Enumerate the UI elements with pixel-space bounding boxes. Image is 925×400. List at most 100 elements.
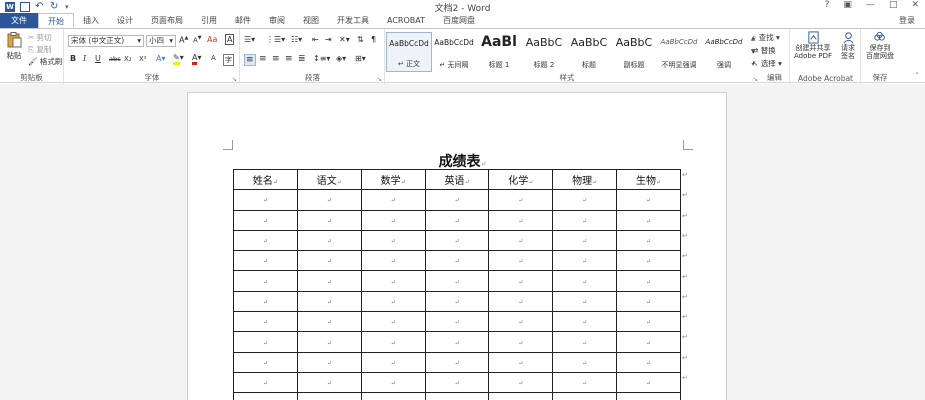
table-cell[interactable]: ↵: [488, 209, 554, 231]
table-cell[interactable]: ↵: [233, 371, 298, 394]
table-cell[interactable]: ↵: [616, 311, 681, 333]
table-header-cell[interactable]: 语文↵: [296, 168, 362, 191]
table-cell[interactable]: ↵: [296, 311, 362, 333]
table-cell[interactable]: ↵: [360, 209, 426, 231]
table-cell[interactable]: ↵: [296, 189, 362, 211]
align-right-button[interactable]: ≡: [272, 54, 280, 64]
table-cell[interactable]: ↵: [552, 229, 618, 252]
grow-font-button[interactable]: A▲: [179, 35, 188, 45]
table-cell[interactable]: ↵: [360, 392, 426, 400]
replace-button[interactable]: ⇄ 替换: [752, 45, 776, 56]
table-cell[interactable]: ↵: [296, 392, 362, 400]
table-cell[interactable]: ↵: [616, 229, 681, 252]
highlight-button[interactable]: ✎▾: [173, 53, 184, 65]
tab-page-layout[interactable]: 页面布局: [142, 13, 192, 28]
superscript-button[interactable]: X²: [139, 55, 147, 63]
table-cell[interactable]: ↵: [424, 290, 490, 313]
distribute-button[interactable]: ≣: [298, 54, 306, 64]
table-cell[interactable]: ↵: [616, 290, 681, 313]
bold-button[interactable]: B: [70, 54, 76, 63]
tab-file[interactable]: 文件: [0, 13, 38, 28]
table-cell[interactable]: ↵: [360, 270, 426, 292]
increase-indent-button[interactable]: ⇥: [325, 35, 332, 44]
table-cell[interactable]: ↵: [424, 209, 490, 231]
line-spacing-button[interactable]: ↕≡▾: [313, 54, 330, 63]
grade-table[interactable]: 姓名↵ 语文↵ 数学↵ 英语↵ 化学↵ 物理↵ 生物↵ ↵ ↵ ↵ ↵ ↵ ↵ ↵ ↵ ↵ ↵ ↵ ↵…: [233, 168, 681, 400]
table-cell[interactable]: ↵: [233, 250, 298, 272]
close-button[interactable]: ✕: [911, 0, 919, 10]
style-subtitle[interactable]: AaBbC 副标题: [611, 32, 657, 72]
decrease-indent-button[interactable]: ⇤: [312, 35, 319, 44]
tab-acrobat[interactable]: ACROBAT: [378, 13, 434, 28]
table-cell[interactable]: ↵: [552, 189, 618, 211]
multilevel-list-button[interactable]: ☷▾: [291, 35, 302, 44]
table-cell[interactable]: ↵: [233, 270, 298, 292]
table-header-cell[interactable]: 姓名↵: [233, 168, 298, 191]
table-cell[interactable]: ↵: [360, 311, 426, 333]
help-button[interactable]: ?: [825, 0, 830, 10]
chinese-layout-button[interactable]: ✕▾: [339, 35, 350, 44]
table-cell[interactable]: ↵: [616, 250, 681, 272]
table-cell[interactable]: ↵: [488, 331, 554, 353]
table-cell[interactable]: ↵: [296, 290, 362, 313]
table-cell[interactable]: ↵: [233, 331, 298, 353]
bullets-button[interactable]: ☰▾: [244, 35, 255, 44]
numbering-button[interactable]: ⋮☰▾: [266, 35, 285, 44]
dialog-launcher-icon[interactable]: ↘: [232, 76, 237, 83]
table-cell[interactable]: ↵: [424, 331, 490, 353]
table-cell[interactable]: ↵: [488, 311, 554, 333]
table-cell[interactable]: ↵: [360, 229, 426, 252]
minimize-button[interactable]: —: [866, 0, 875, 10]
table-cell[interactable]: ↵: [488, 351, 554, 373]
text-effects-button[interactable]: A▾: [156, 54, 166, 63]
table-cell[interactable]: ↵: [424, 371, 490, 394]
tab-developer[interactable]: 开发工具: [328, 13, 378, 28]
table-cell[interactable]: ↵: [296, 270, 362, 292]
table-header-cell[interactable]: 英语↵: [424, 168, 490, 191]
table-cell[interactable]: ↵: [233, 311, 298, 333]
italic-button[interactable]: I: [83, 54, 86, 63]
tab-references[interactable]: 引用: [192, 13, 226, 28]
table-cell[interactable]: ↵: [424, 270, 490, 292]
underline-button[interactable]: U: [95, 54, 101, 63]
document-heading[interactable]: 成绩表↵: [0, 151, 925, 171]
table-cell[interactable]: ↵: [616, 270, 681, 292]
borders-button[interactable]: ⊞▾: [355, 54, 366, 63]
table-cell[interactable]: ↵: [488, 250, 554, 272]
table-cell[interactable]: ↵: [233, 189, 298, 211]
style-no-spacing[interactable]: AaBbCcDd ↵ 无间隔: [431, 32, 477, 72]
maximize-button[interactable]: □: [889, 0, 898, 10]
table-cell[interactable]: ↵: [616, 351, 681, 373]
dialog-launcher-icon[interactable]: ↘: [377, 76, 382, 83]
table-cell[interactable]: ↵: [552, 250, 618, 272]
table-header-cell[interactable]: 数学↵: [360, 168, 426, 191]
paste-button[interactable]: 粘贴: [3, 32, 25, 61]
table-cell[interactable]: ↵: [360, 331, 426, 353]
table-header-cell[interactable]: 生物↵: [616, 168, 681, 191]
table-cell[interactable]: ↵: [360, 290, 426, 313]
table-cell[interactable]: ↵: [616, 392, 681, 400]
table-cell[interactable]: ↵: [488, 371, 554, 394]
table-cell[interactable]: ↵: [488, 392, 554, 400]
table-cell[interactable]: ↵: [296, 250, 362, 272]
cut-button[interactable]: ✂ 剪切: [28, 32, 52, 43]
table-cell[interactable]: ↵: [360, 351, 426, 373]
table-cell[interactable]: ↵: [552, 371, 618, 394]
table-cell[interactable]: ↵: [488, 229, 554, 252]
table-cell[interactable]: ↵: [296, 371, 362, 394]
subscript-button[interactable]: X₂: [124, 55, 132, 63]
table-cell[interactable]: ↵: [233, 209, 298, 231]
font-color-button[interactable]: A▾: [192, 53, 202, 65]
table-cell[interactable]: ↵: [233, 290, 298, 313]
login-link[interactable]: 登录: [899, 13, 915, 28]
table-cell[interactable]: ↵: [488, 189, 554, 211]
strikethrough-button[interactable]: abc: [109, 55, 121, 63]
table-cell[interactable]: ↵: [552, 351, 618, 373]
table-cell[interactable]: ↵: [616, 189, 681, 211]
clear-format-button[interactable]: A: [225, 34, 235, 45]
table-cell[interactable]: ↵: [552, 270, 618, 292]
align-left-button[interactable]: ≡: [244, 54, 256, 66]
save-to-baidu-button[interactable]: 保存到 百度网盘: [862, 31, 898, 60]
font-name-select[interactable]: 宋体 (中文正文) ▾: [68, 35, 144, 47]
table-cell[interactable]: ↵: [488, 290, 554, 313]
